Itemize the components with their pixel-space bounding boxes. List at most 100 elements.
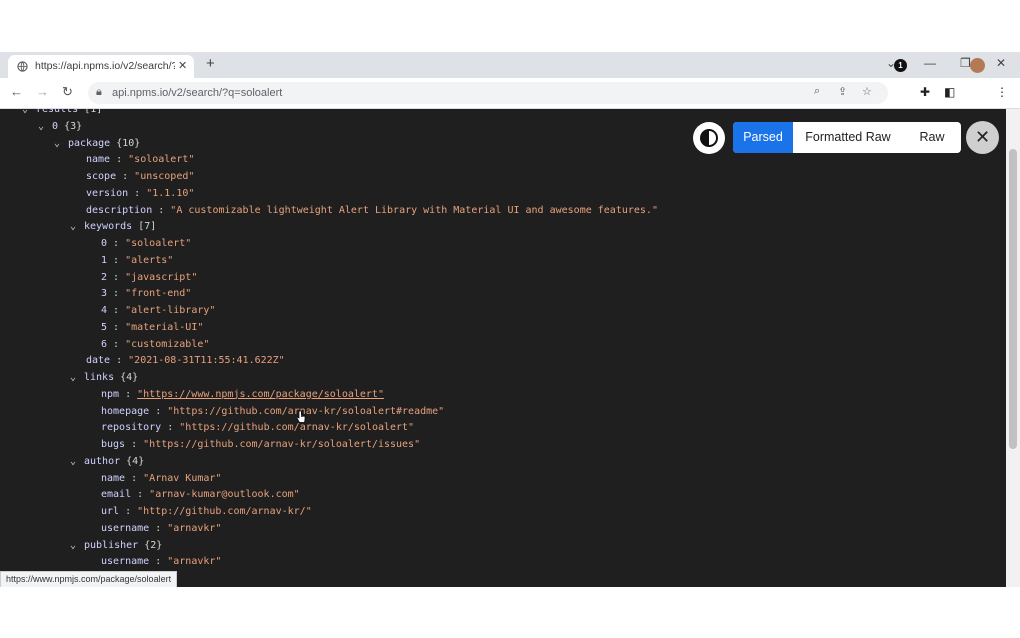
json-link-value[interactable]: "https://www.npmjs.com/package/soloalert… <box>137 389 384 400</box>
json-node-collapsible[interactable]: ⌄ package {10} <box>54 137 140 151</box>
json-property: email : "arnav-kumar@outlook.com" <box>101 488 300 502</box>
json-count: {4} <box>120 372 139 383</box>
close-viewer-button[interactable]: ✕ <box>966 121 999 154</box>
json-property: 1 : "alerts" <box>101 254 173 268</box>
json-key: name <box>86 154 111 166</box>
zoom-icon[interactable]: ⌕ <box>814 85 820 98</box>
expand-chevron-icon[interactable]: ⌄ <box>22 109 36 117</box>
json-separator: : <box>149 405 168 417</box>
json-key: bugs <box>101 439 126 450</box>
json-key: repository <box>101 422 162 434</box>
lock-icon[interactable]: 🔒︎ <box>96 86 102 99</box>
scrollbar[interactable] <box>1006 109 1020 587</box>
expand-chevron-icon[interactable]: ⌄ <box>70 455 84 469</box>
view-mode-switcher[interactable]: Parsed Formatted Raw Raw <box>733 122 961 153</box>
back-icon[interactable]: ← <box>10 84 23 99</box>
bookmark-star-icon[interactable]: ☆ <box>862 85 872 98</box>
expand-chevron-icon[interactable]: ⌄ <box>70 371 84 385</box>
json-property: homepage : "https://github.com/arnav-kr/… <box>101 405 444 419</box>
json-string-value: "soloalert" <box>128 154 195 166</box>
json-separator: : <box>107 254 126 266</box>
window-close-icon[interactable]: ✕ <box>996 56 1006 70</box>
json-key: scope <box>86 171 117 182</box>
expand-chevron-icon[interactable]: ⌄ <box>54 137 68 151</box>
formatted-raw-mode-button[interactable]: Formatted Raw <box>793 122 903 153</box>
json-count: {3} <box>64 120 83 132</box>
tab-close-icon[interactable]: ✕ <box>178 59 187 72</box>
json-key: author <box>84 455 121 467</box>
json-separator: : <box>110 154 129 166</box>
expand-chevron-icon[interactable]: ⌄ <box>70 220 84 234</box>
json-property: date : "2021-08-31T11:55:41.622Z" <box>86 354 285 368</box>
json-string-value: "javascript" <box>125 271 198 283</box>
globe-icon <box>17 61 28 72</box>
json-property: name : "Arnav Kumar" <box>101 472 221 486</box>
json-node-collapsible[interactable]: ⌄ author {4} <box>70 455 144 469</box>
json-separator: : <box>152 204 171 216</box>
json-string-value: "material-UI" <box>125 321 204 333</box>
json-node-collapsible[interactable]: ⌄ results [1] <box>22 109 102 117</box>
scrollbar-thumb[interactable] <box>1009 149 1017 449</box>
json-property: 2 : "javascript" <box>101 271 197 285</box>
extensions-puzzle-icon[interactable]: ✚ <box>920 85 930 99</box>
json-string-value: "arnavkr" <box>167 522 222 534</box>
json-key: description <box>86 204 153 216</box>
address-url[interactable]: api.npms.io/v2/search/?q=soloalert <box>112 87 282 99</box>
json-property: bugs : "https://github.com/arnav-kr/solo… <box>101 438 420 452</box>
json-viewer: ⌄ results [1] ⌄ 0 {3} ⌄ package {10} name : "s… <box>0 109 1006 587</box>
json-key: links <box>84 372 115 383</box>
json-string-value: "http://github.com/arnav-kr/" <box>137 506 312 517</box>
json-separator: : <box>131 489 150 501</box>
tab-title: https://api.npms.io/v2/search/?q <box>35 60 175 72</box>
json-property: 5 : "material-UI" <box>101 321 203 335</box>
hand-cursor-icon <box>296 410 306 423</box>
json-count: {2} <box>144 539 163 551</box>
contrast-icon <box>700 129 718 147</box>
json-property: 0 : "soloalert" <box>101 237 191 251</box>
json-node-collapsible[interactable]: ⌄ links {4} <box>70 371 138 385</box>
json-string-value: "2021-08-31T11:55:41.622Z" <box>128 355 285 367</box>
minimize-icon[interactable]: — <box>924 56 936 70</box>
json-string-value: "arnavkr" <box>167 556 222 568</box>
json-node-collapsible[interactable]: ⌄ 0 {3} <box>38 120 82 134</box>
json-separator: : <box>125 439 144 450</box>
restore-icon[interactable]: ❐ <box>960 56 971 70</box>
extension-icon[interactable]: 1 <box>894 59 907 72</box>
json-property: url : "http://github.com/arnav-kr/" <box>101 505 312 519</box>
json-property: username : "arnavkr" <box>101 555 221 569</box>
reload-icon[interactable]: ↻ <box>62 84 73 100</box>
new-tab-icon[interactable]: + <box>206 55 215 72</box>
json-string-value: "alert-library" <box>125 305 216 316</box>
share-icon[interactable]: ⇪ <box>838 85 847 98</box>
json-key: date <box>86 355 111 367</box>
raw-mode-button[interactable]: Raw <box>903 122 961 153</box>
forward-icon[interactable]: → <box>36 84 49 99</box>
json-node-collapsible[interactable]: ⌄ publisher {2} <box>70 539 162 553</box>
json-key: version <box>86 187 129 199</box>
json-separator: : <box>107 321 126 333</box>
json-string-value: "customizable" <box>125 338 210 350</box>
address-bar[interactable]: 🔒︎ api.npms.io/v2/search/?q=soloalert ⌕ … <box>88 82 888 104</box>
json-property: 6 : "customizable" <box>101 338 209 352</box>
status-bar-link-preview: https://www.npmjs.com/package/soloalert <box>0 571 178 587</box>
profile-avatar[interactable] <box>970 58 985 73</box>
browser-toolbar: ← → ↻ 🔒︎ api.npms.io/v2/search/?q=soloal… <box>0 78 1020 109</box>
json-key: package <box>68 137 111 149</box>
json-key: npm <box>101 388 120 400</box>
json-string-value: "soloalert" <box>125 238 192 249</box>
json-property: repository : "https://github.com/arnav-k… <box>101 421 414 435</box>
json-property: scope : "unscoped" <box>86 170 194 184</box>
expand-chevron-icon[interactable]: ⌄ <box>70 539 84 553</box>
parsed-mode-button[interactable]: Parsed <box>733 122 793 153</box>
json-node-collapsible[interactable]: ⌄ keywords [7] <box>70 220 156 234</box>
json-key: email <box>101 489 132 501</box>
expand-chevron-icon[interactable]: ⌄ <box>38 120 52 134</box>
json-string-value: "arnav-kumar@outlook.com" <box>149 489 300 501</box>
side-panel-icon[interactable]: ◧ <box>944 85 955 99</box>
json-property: npm : "https://www.npmjs.com/package/sol… <box>101 388 384 402</box>
kebab-menu-icon[interactable]: ⋮ <box>996 85 1008 99</box>
json-separator: : <box>107 305 126 316</box>
json-string-value: "alerts" <box>125 254 174 266</box>
theme-toggle-button[interactable] <box>693 122 725 154</box>
browser-tab[interactable]: https://api.npms.io/v2/search/?q ✕ <box>8 55 194 78</box>
